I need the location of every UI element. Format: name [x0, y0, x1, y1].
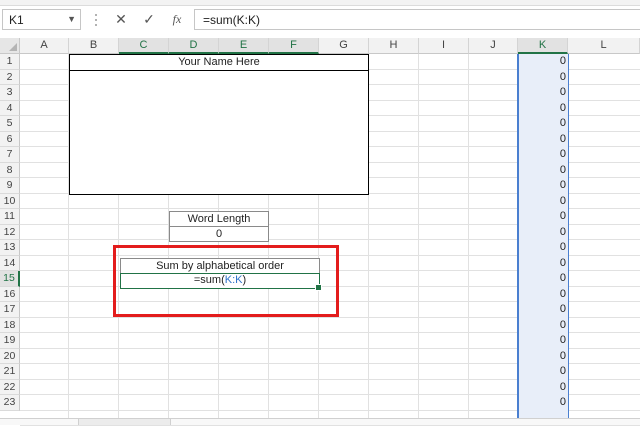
row-header-18[interactable]: 18	[0, 317, 20, 333]
formula-text: =sum(K:K)	[203, 13, 261, 27]
row-header-17[interactable]: 17	[0, 302, 20, 318]
row-header-13[interactable]: 13	[0, 240, 20, 256]
cancel-icon[interactable]: ✕	[110, 10, 132, 29]
word-length-value[interactable]: 0	[169, 226, 269, 242]
word-length-label[interactable]: Word Length	[169, 211, 269, 227]
row-header-6[interactable]: 6	[0, 131, 20, 147]
name-box[interactable]: K1 ▼	[2, 9, 81, 30]
row-header-12[interactable]: 12	[0, 224, 20, 240]
column-header-a[interactable]: A	[20, 38, 69, 54]
formula-bar-grip-icon[interactable]	[91, 10, 101, 29]
row-header-11[interactable]: 11	[0, 209, 20, 225]
row-header-2[interactable]: 2	[0, 69, 20, 85]
horizontal-scrollbar[interactable]	[170, 419, 640, 425]
row-header-4[interactable]: 4	[0, 100, 20, 116]
row-header-9[interactable]: 9	[0, 178, 20, 194]
column-header-d[interactable]: D	[169, 38, 219, 54]
row-header-20[interactable]: 20	[0, 348, 20, 364]
column-header-l[interactable]: L	[568, 38, 640, 54]
insert-function-icon[interactable]: fx	[166, 10, 188, 29]
select-all-corner[interactable]	[0, 38, 20, 54]
row-header-1[interactable]: 1	[0, 54, 20, 70]
column-header-b[interactable]: B	[69, 38, 119, 54]
row-header-19[interactable]: 19	[0, 333, 20, 349]
column-k-selection-border	[517, 54, 569, 418]
column-header-h[interactable]: H	[369, 38, 419, 54]
column-header-f[interactable]: F	[269, 38, 319, 54]
column-header-j[interactable]: J	[469, 38, 518, 54]
row-header-3[interactable]: 3	[0, 85, 20, 101]
chevron-down-icon[interactable]: ▼	[67, 14, 76, 24]
row-header-15[interactable]: 15	[0, 271, 20, 287]
row-header-23[interactable]: 23	[0, 395, 20, 411]
column-header-c[interactable]: C	[119, 38, 169, 54]
name-table: Your Name Here	[69, 54, 369, 195]
column-header-e[interactable]: E	[219, 38, 269, 54]
sheet-tab[interactable]	[0, 419, 79, 425]
row-header-21[interactable]: 21	[0, 364, 20, 380]
formula-input[interactable]: =sum(K:K)	[194, 9, 640, 30]
row-header-10[interactable]: 10	[0, 193, 20, 209]
row-header-14[interactable]: 14	[0, 255, 20, 271]
row-header-5[interactable]: 5	[0, 116, 20, 132]
enter-icon[interactable]: ✓	[138, 10, 160, 29]
row-header-22[interactable]: 22	[0, 379, 20, 395]
column-header-i[interactable]: I	[419, 38, 469, 54]
column-header-g[interactable]: G	[319, 38, 369, 54]
column-header-k[interactable]: K	[518, 38, 568, 54]
row-header-16[interactable]: 16	[0, 286, 20, 302]
name-table-divider	[70, 70, 368, 71]
annotation-highlight-box	[113, 245, 339, 317]
name-box-value: K1	[9, 13, 24, 27]
row-header-7[interactable]: 7	[0, 147, 20, 163]
name-table-title: Your Name Here	[178, 56, 260, 68]
ribbon-edge	[0, 0, 640, 6]
row-header-8[interactable]: 8	[0, 162, 20, 178]
